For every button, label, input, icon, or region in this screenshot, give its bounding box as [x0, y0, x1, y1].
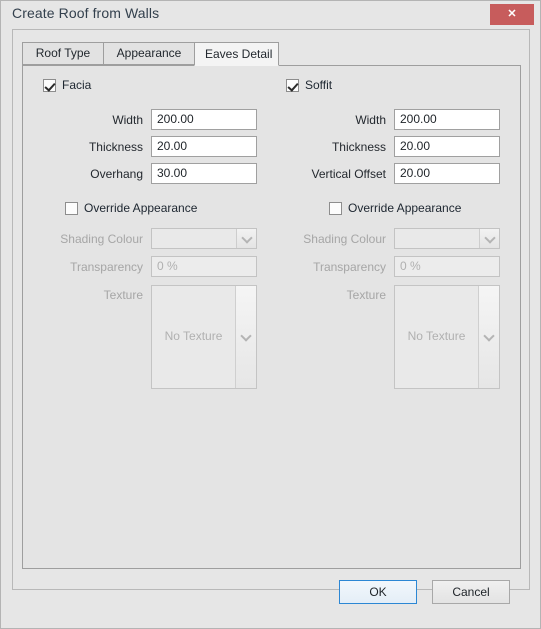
soffit-thickness-row: Thickness 20.00 — [276, 136, 500, 157]
facia-transparency-row: Transparency 0 % — [43, 256, 257, 277]
dialog-body: Roof Type Appearance Eaves Detail Facia … — [12, 29, 530, 590]
facia-texture-box[interactable]: No Texture — [151, 285, 257, 389]
soffit-texture-label: Texture — [346, 288, 386, 302]
soffit-enable-checkbox[interactable]: Soffit — [286, 78, 332, 92]
facia-override-appearance-checkbox[interactable]: Override Appearance — [65, 201, 197, 215]
soffit-override-appearance-checkbox[interactable]: Override Appearance — [329, 201, 461, 215]
facia-shading-colour-value — [152, 229, 236, 248]
facia-enable-checkbox[interactable]: Facia — [43, 78, 91, 92]
chevron-down-icon — [479, 229, 499, 248]
close-button[interactable]: ✕ — [490, 4, 534, 25]
pane-facia: Facia Width 200.00 Thickness 20.00 Overh… — [23, 66, 273, 568]
soffit-override-appearance-label: Override Appearance — [348, 201, 462, 215]
tab-page-eaves-detail: Facia Width 200.00 Thickness 20.00 Overh… — [22, 65, 521, 569]
facia-overhang-row: Overhang 30.00 — [43, 163, 257, 184]
dialog-window: Create Roof from Walls ✕ Roof Type Appea… — [0, 0, 541, 629]
soffit-transparency-row: Transparency 0 % — [276, 256, 500, 277]
facia-shading-colour-label: Shading Colour — [60, 231, 143, 246]
dialog-title: Create Roof from Walls — [12, 5, 160, 21]
facia-transparency-input[interactable]: 0 % — [151, 256, 257, 277]
facia-width-label: Width — [112, 112, 143, 127]
soffit-vertical-offset-input[interactable]: 20.00 — [394, 163, 500, 184]
pane-soffit: Soffit Width 200.00 Thickness 20.00 Vert… — [266, 66, 516, 568]
facia-overhang-input[interactable]: 30.00 — [151, 163, 257, 184]
title-bar: Create Roof from Walls ✕ — [1, 1, 540, 28]
chevron-down-icon[interactable] — [478, 286, 499, 388]
facia-shading-colour-combo[interactable] — [151, 228, 257, 249]
checkbox-icon — [329, 201, 342, 215]
facia-overhang-label: Overhang — [90, 166, 143, 181]
cancel-button[interactable]: Cancel — [432, 580, 510, 604]
ok-button[interactable]: OK — [339, 580, 417, 604]
soffit-thickness-label: Thickness — [331, 139, 386, 154]
soffit-texture-preview: No Texture — [395, 286, 478, 388]
facia-transparency-label: Transparency — [70, 259, 143, 274]
close-icon: ✕ — [507, 8, 517, 20]
facia-shading-colour-row: Shading Colour — [43, 228, 257, 249]
facia-label: Facia — [62, 78, 92, 92]
soffit-shading-colour-row: Shading Colour — [276, 228, 500, 249]
soffit-shading-colour-label: Shading Colour — [303, 231, 386, 246]
soffit-width-input[interactable]: 200.00 — [394, 109, 500, 130]
facia-texture-label: Texture — [103, 288, 143, 302]
facia-width-input[interactable]: 200.00 — [151, 109, 257, 130]
checkbox-icon — [43, 78, 56, 92]
soffit-width-label: Width — [355, 112, 386, 127]
soffit-texture-box[interactable]: No Texture — [394, 285, 500, 389]
chevron-down-icon — [236, 229, 256, 248]
tab-eaves-detail[interactable]: Eaves Detail — [194, 42, 279, 66]
soffit-vertical-offset-label: Vertical Offset — [311, 166, 386, 181]
checkbox-icon — [286, 78, 299, 92]
facia-override-appearance-label: Override Appearance — [84, 201, 198, 215]
facia-thickness-input[interactable]: 20.00 — [151, 136, 257, 157]
soffit-shading-colour-combo[interactable] — [394, 228, 500, 249]
facia-width-row: Width 200.00 — [43, 109, 257, 130]
facia-thickness-row: Thickness 20.00 — [43, 136, 257, 157]
soffit-width-row: Width 200.00 — [276, 109, 500, 130]
soffit-transparency-label: Transparency — [313, 259, 386, 274]
tab-appearance[interactable]: Appearance — [103, 42, 195, 65]
tab-strip: Roof Type Appearance Eaves Detail — [22, 42, 522, 66]
facia-texture-value: No Texture — [164, 329, 223, 343]
soffit-label: Soffit — [305, 78, 333, 92]
soffit-texture-value: No Texture — [407, 329, 466, 343]
soffit-thickness-input[interactable]: 20.00 — [394, 136, 500, 157]
facia-thickness-label: Thickness — [88, 139, 143, 154]
soffit-transparency-input[interactable]: 0 % — [394, 256, 500, 277]
tab-roof-type[interactable]: Roof Type — [22, 42, 104, 65]
chevron-down-icon[interactable] — [235, 286, 256, 388]
checkbox-icon — [65, 201, 78, 215]
soffit-shading-colour-value — [395, 229, 479, 248]
facia-texture-preview: No Texture — [152, 286, 235, 388]
soffit-vertical-offset-row: Vertical Offset 20.00 — [276, 163, 500, 184]
